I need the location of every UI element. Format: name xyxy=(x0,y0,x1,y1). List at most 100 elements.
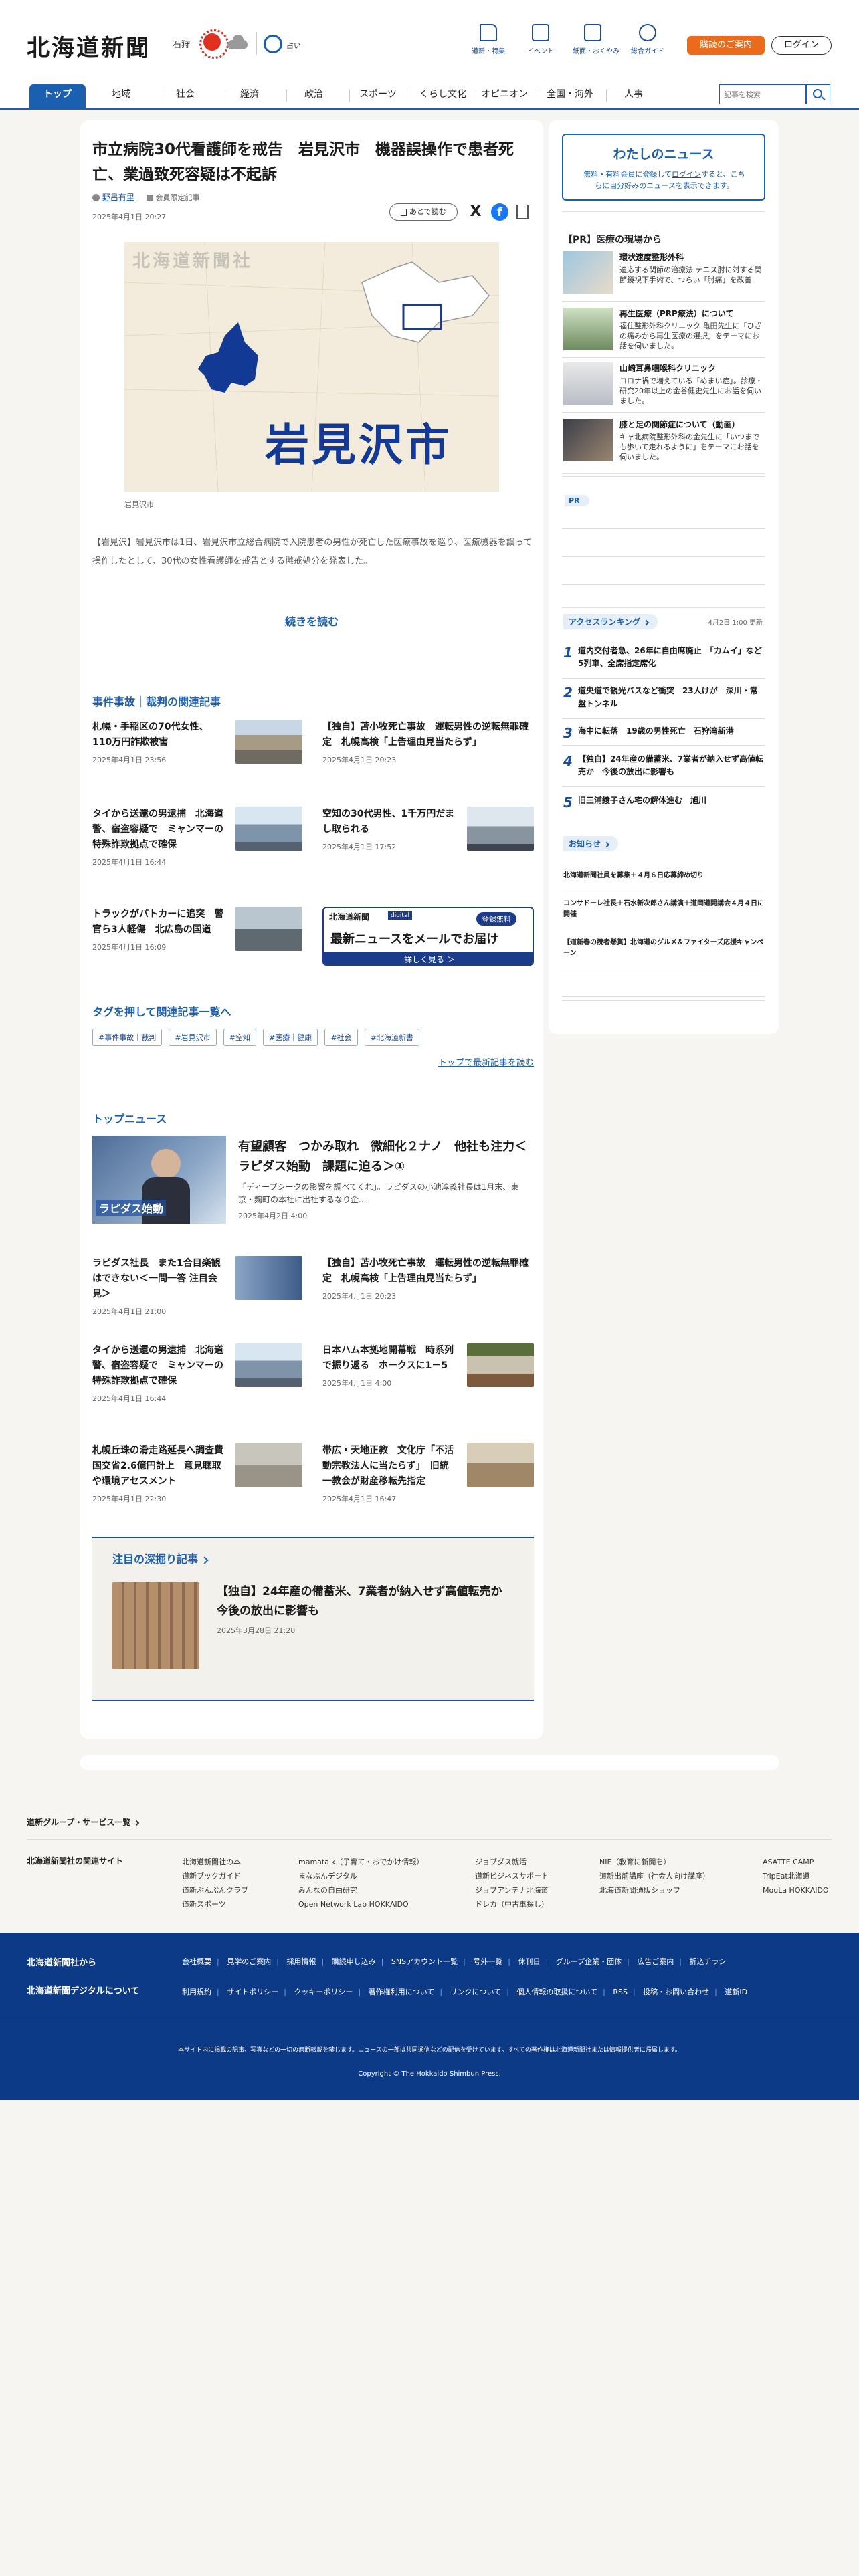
weather-city[interactable]: 石狩 xyxy=(173,37,190,50)
footer-link[interactable]: TripEat北海道 xyxy=(763,1869,829,1883)
deep-dive-heading[interactable]: 注目の深掘り記事 xyxy=(112,1550,209,1566)
footer-link[interactable]: RSS xyxy=(613,1988,628,1996)
ranking-item[interactable]: 2 道央道で観光バスなど衝突 23人けが 深川・常盤トンネル xyxy=(563,685,764,710)
footer-link[interactable]: 北海道新聞社の本 xyxy=(182,1855,248,1869)
footer-link[interactable]: 道新ビジネスサポート xyxy=(475,1869,549,1883)
read-later-button[interactable]: あとで読む xyxy=(389,203,458,221)
notice-item[interactable]: 北海道新聞社員を募集＋４月６日応募締め切り xyxy=(563,871,764,881)
nav-tab-economy[interactable]: 経済 xyxy=(229,84,270,110)
footer-link[interactable]: Open Network Lab HOKKAIDO xyxy=(298,1897,423,1911)
related-thumb[interactable] xyxy=(235,807,302,851)
footer-link[interactable]: みんなの自由研究 xyxy=(298,1883,423,1897)
related-thumb[interactable] xyxy=(235,907,302,951)
nav-tab-top[interactable]: トップ xyxy=(29,84,86,110)
guide-nav[interactable]: 総合ガイド xyxy=(628,24,668,56)
newsletter-banner[interactable]: 北海道新聞 digital 登録無料 最新ニュースをメールでお届け 詳しく見る … xyxy=(322,907,534,966)
tag-item[interactable]: #北海道新書 xyxy=(364,1029,420,1046)
footer-link[interactable]: 休刊日 xyxy=(518,1957,541,1966)
notice-item[interactable]: 【道新春の読者懸賞】北海道のグルメ＆ファイターズ応援キャンペーン xyxy=(563,938,764,959)
tag-item[interactable]: #社会 xyxy=(324,1029,358,1046)
news-item[interactable]: 札幌丘珠の滑走路延長へ調査費 国交省2.6億円計上 意見聴取や環境アセスメント … xyxy=(92,1443,233,1504)
footer-link[interactable]: ドレカ（中古車探し） xyxy=(475,1897,549,1911)
fortune-icon[interactable] xyxy=(264,35,282,53)
top-news-lead-thumb[interactable]: ラピダス始動 xyxy=(92,1136,226,1224)
pr-item[interactable]: 環状速度整形外科 適応する関節の治療法 テニス肘に対する関節鏡視下手術で、つらい… xyxy=(563,251,764,298)
related-item[interactable]: 【独自】苫小牧死亡事故 運転男性の逆転無罪確定 札幌高検「上告理由見当たらず」 … xyxy=(322,720,534,765)
top-news-heading[interactable]: トップニュース xyxy=(92,1110,167,1126)
footer-link[interactable]: ジョブダス就活 xyxy=(475,1855,549,1869)
search-button[interactable] xyxy=(806,84,830,104)
footer-link[interactable]: 号外一覧 xyxy=(473,1957,502,1966)
ranking-item[interactable]: 4 【独自】24年産の備蓄米、7業者が納入せず高値転売か 今後の放出に影響も xyxy=(563,753,764,778)
news-thumb[interactable] xyxy=(235,1443,302,1487)
ranking-item[interactable]: 3 海中に転落 19歳の男性死亡 石狩湾新港 xyxy=(563,725,764,741)
footer-link[interactable]: ジョブアンテナ北海道 xyxy=(475,1883,549,1897)
nav-tab-sports[interactable]: スポーツ xyxy=(353,84,403,110)
my-news-box[interactable]: わたしのニュース 無料・有料会員に登録してログインすると、こちらに自分好みのニュ… xyxy=(562,134,765,201)
news-thumb[interactable] xyxy=(467,1443,534,1487)
share-icon[interactable] xyxy=(516,205,529,219)
news-item[interactable]: 帯広・天地正教 文化庁「不活動宗教法人に当たらず」 旧統一教会が財産移転先指定 … xyxy=(322,1443,456,1504)
login-button[interactable]: ログイン xyxy=(771,36,832,55)
footer-link[interactable]: NIE（教育に新聞を） xyxy=(599,1855,710,1869)
related-heading[interactable]: 事件事故｜裁判の関連記事 xyxy=(92,693,221,709)
article-image[interactable]: 北海道新聞社 岩見沢市 xyxy=(124,242,499,492)
footer-link[interactable]: 道新出前講座（社会人向け講座） xyxy=(599,1869,710,1883)
news-item[interactable]: 【独自】苫小牧死亡事故 運転男性の逆転無罪確定 札幌高検「上告理由見当たらず」 … xyxy=(322,1256,534,1301)
nav-tab-society[interactable]: 社会 xyxy=(165,84,206,110)
news-item[interactable]: 日本ハム本拠地開幕戦 時系列で振り返る ホークスに1－5 2025年4月1日 4… xyxy=(322,1343,456,1388)
paper-nav[interactable]: 紙面・おくやみ xyxy=(573,24,619,56)
notice-heading[interactable]: お知らせ xyxy=(563,836,618,851)
news-item[interactable]: タイから送還の男逮捕 北海道警、宿盗容疑で ミャンマーの特殊詐欺拠点で確保 20… xyxy=(92,1343,226,1404)
related-thumb[interactable] xyxy=(235,720,302,764)
event-nav[interactable]: イベント xyxy=(520,24,561,56)
nav-tab-world[interactable]: 全国・海外 xyxy=(539,84,601,110)
footer-link[interactable]: サイトポリシー xyxy=(227,1988,278,1996)
footer-link[interactable]: リンクについて xyxy=(450,1988,502,1996)
site-logo[interactable]: 北海道新聞 xyxy=(27,29,151,62)
footer-link[interactable]: ASATTE CAMP xyxy=(763,1855,829,1869)
news-thumb[interactable] xyxy=(235,1256,302,1300)
facebook-share-icon[interactable]: f xyxy=(491,203,508,221)
footer-link[interactable]: 折込チラシ xyxy=(690,1957,727,1966)
notice-item[interactable]: コンサドーレ社長＋石水新次郎さん講演＋道岡道開講会４月４日に開催 xyxy=(563,899,764,920)
footer-link[interactable]: 採用情報 xyxy=(286,1957,316,1966)
read-more-link[interactable]: 続きを読む xyxy=(80,613,543,629)
pr-item[interactable]: 再生医療（PRP療法）について 福住整形外科クリニック 亀田先生に「ひざの痛みか… xyxy=(563,308,764,354)
my-news-login-link[interactable]: ログイン xyxy=(672,170,701,179)
related-thumb[interactable] xyxy=(467,807,534,851)
nav-tab-opinion[interactable]: オピニオン xyxy=(478,84,531,110)
news-thumb[interactable] xyxy=(467,1343,534,1387)
tag-item[interactable]: #事件事故｜裁判 xyxy=(92,1029,163,1046)
ranking-item[interactable]: 5 旧三浦綾子さん宅の解体進む 旭川 xyxy=(563,794,764,811)
related-item[interactable]: タイから送還の男逮捕 北海道警、宿盗容疑で ミャンマーの特殊詐欺拠点で確保 20… xyxy=(92,807,226,867)
deep-dive-article[interactable]: 【独自】24年産の備蓄米、7業者が納入せず高値転売か 今後の放出に影響も 202… xyxy=(217,1582,514,1636)
tag-item[interactable]: #医療｜健康 xyxy=(263,1029,318,1046)
tag-item[interactable]: #岩見沢市 xyxy=(169,1029,217,1046)
special-nav[interactable]: 道新・特集 xyxy=(468,24,508,56)
footer-link[interactable]: 見学のご案内 xyxy=(227,1957,271,1966)
latest-articles-link[interactable]: トップで最新記事を読む xyxy=(80,1055,534,1068)
footer-link[interactable]: 道新ぶんぶんクラブ xyxy=(182,1883,248,1897)
footer-link[interactable]: SNSアカウント一覧 xyxy=(391,1957,458,1966)
nav-tab-politics[interactable]: 政治 xyxy=(293,84,335,110)
footer-link[interactable]: 北海道新聞通販ショップ xyxy=(599,1883,710,1897)
footer-link[interactable]: 投稿・お問い合わせ xyxy=(643,1988,709,1996)
banner-button[interactable]: 詳しく見る ＞ xyxy=(324,952,533,964)
group-services-link[interactable]: 道新グループ・サービス一覧 xyxy=(27,1816,140,1828)
footer-link[interactable]: まなぶんデジタル xyxy=(298,1869,423,1883)
fortune-label[interactable]: 占い xyxy=(286,40,301,51)
deep-dive-thumb[interactable] xyxy=(112,1582,199,1669)
top-news-lead[interactable]: 有望顧客 つかみ取れ 微細化２ナノ 他社も注力＜ラピダス始動 課題に迫る＞① 「… xyxy=(238,1137,534,1221)
footer-link[interactable]: 個人情報の取扱について xyxy=(516,1988,597,1996)
x-share-icon[interactable]: X xyxy=(467,203,484,221)
related-item[interactable]: 空知の30代男性、1千万円だまし取られる 2025年4月1日 17:52 xyxy=(322,807,456,852)
pr-item[interactable]: 山崎耳鼻咽喉科クリニック コロナ禍で増えている「めまい症」。診療・研究20年以上… xyxy=(563,362,764,409)
footer-link[interactable]: 会社概要 xyxy=(182,1957,211,1966)
news-item[interactable]: ラピダス社長 また1合目楽観はできない＜一問一答 注目会見＞ 2025年4月1日… xyxy=(92,1256,226,1317)
subscribe-button[interactable]: 購読のご案内 xyxy=(687,36,765,55)
footer-link[interactable]: MouLa HOKKAIDO xyxy=(763,1883,829,1897)
footer-link[interactable]: mamatalk（子育て・おでかけ情報） xyxy=(298,1855,423,1869)
footer-link[interactable]: 利用規約 xyxy=(182,1988,211,1996)
footer-link[interactable]: 著作権利用について xyxy=(369,1988,435,1996)
